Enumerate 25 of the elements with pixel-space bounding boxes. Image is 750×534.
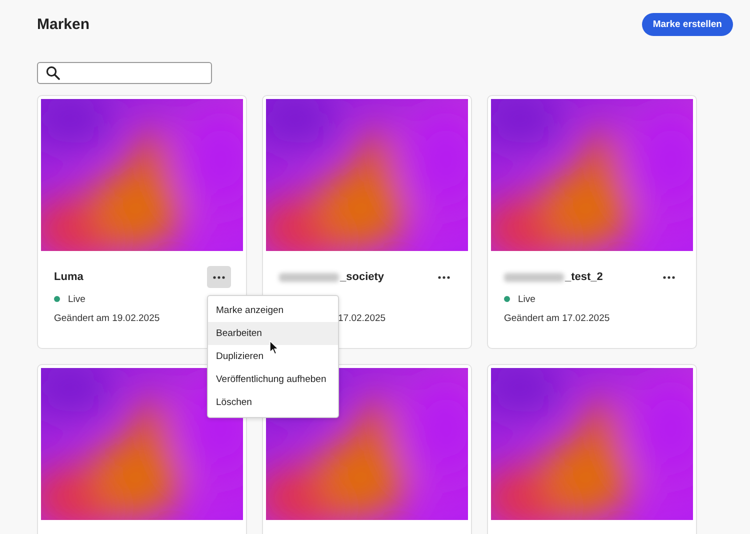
brand-name: _society <box>340 271 384 283</box>
more-icon <box>213 276 225 278</box>
more-icon <box>663 276 675 278</box>
modified-date: Geändert am 19.02.2025 <box>53 313 161 324</box>
menu-item[interactable]: Löschen <box>208 391 338 414</box>
brand-card[interactable]: _test_2 Live Geändert am 17.02.2025 <box>487 95 697 349</box>
page-title: Marken <box>37 16 90 32</box>
status-label: Live <box>518 294 536 304</box>
modified-date: Geändert am 17.02.2025 <box>503 313 611 324</box>
create-brand-button[interactable]: Marke erstellen <box>642 13 733 36</box>
search-icon <box>46 66 60 80</box>
brand-name: _test_2 <box>565 271 603 283</box>
search-field[interactable] <box>37 62 212 84</box>
cursor-icon <box>269 340 279 355</box>
blurred-text <box>279 272 339 282</box>
more-button[interactable] <box>207 266 231 288</box>
blurred-text <box>504 272 564 282</box>
menu-item[interactable]: Veröffentlichung aufheben <box>208 368 338 391</box>
brand-name: Luma <box>54 271 84 283</box>
status-label: Live <box>68 294 86 304</box>
status-dot <box>504 296 510 302</box>
menu-item[interactable]: Bearbeiten <box>208 322 338 345</box>
modified-date: 17.02.2025 <box>337 313 387 324</box>
more-icon <box>438 276 450 278</box>
status-dot <box>54 296 60 302</box>
